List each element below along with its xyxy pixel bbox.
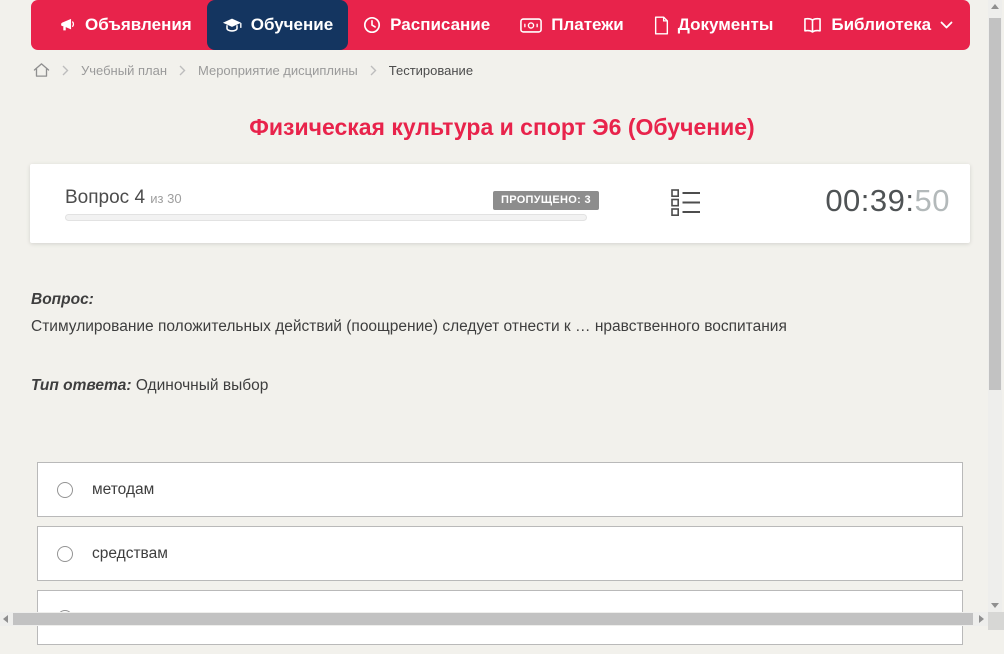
nav-item-label: Обучение bbox=[250, 15, 334, 34]
book-icon bbox=[803, 17, 822, 34]
horizontal-scrollbar[interactable] bbox=[0, 612, 988, 626]
nav-item-schedule[interactable]: Расписание bbox=[348, 0, 505, 50]
nav-item-label: Документы bbox=[677, 15, 774, 34]
vertical-scrollbar-thumb[interactable] bbox=[989, 18, 1001, 390]
chevron-right-icon bbox=[370, 65, 377, 76]
timer-seconds: 50 bbox=[914, 183, 950, 218]
banknote-icon bbox=[520, 17, 543, 33]
answer-option-label: методам bbox=[92, 480, 155, 498]
nav-item-label: Библиотека bbox=[831, 15, 932, 34]
timer-hours-minutes: 00:39: bbox=[825, 183, 915, 218]
main-navbar: Объявления Обучение Расписание Платежи Д… bbox=[31, 0, 970, 50]
answer-option-2[interactable]: средствам bbox=[37, 526, 963, 581]
nav-item-library[interactable]: Библиотека bbox=[788, 0, 968, 50]
timer: 00:39:50 bbox=[825, 183, 950, 219]
nav-item-announcements[interactable]: Объявления bbox=[43, 0, 207, 50]
radio-button[interactable] bbox=[57, 481, 73, 498]
question-list-icon bbox=[671, 189, 701, 221]
breadcrumb-item-testing: Тестирование bbox=[388, 62, 474, 78]
horizontal-scrollbar-thumb[interactable] bbox=[13, 613, 973, 625]
nav-item-label: Расписание bbox=[390, 15, 491, 34]
answer-option-1[interactable]: методам bbox=[37, 462, 963, 517]
nav-item-payments[interactable]: Платежи bbox=[505, 0, 639, 50]
graduation-cap-icon bbox=[222, 17, 242, 34]
breadcrumb-item-discipline-event[interactable]: Мероприятие дисциплины bbox=[198, 63, 358, 78]
breadcrumb-item-study-plan[interactable]: Учебный план bbox=[81, 63, 167, 78]
home-icon[interactable] bbox=[33, 62, 50, 78]
answer-option-label: средствам bbox=[92, 544, 168, 562]
vertical-scrollbar[interactable] bbox=[988, 0, 1002, 612]
scroll-left-arrow-icon[interactable] bbox=[3, 615, 8, 623]
scrollbar-corner bbox=[988, 612, 1004, 630]
chevron-right-icon bbox=[62, 65, 69, 76]
chevron-right-icon bbox=[179, 65, 186, 76]
answer-type: Тип ответа: Одиночный выбор bbox=[31, 377, 268, 395]
skipped-badge: ПРОПУЩЕНО: 3 bbox=[493, 191, 599, 210]
nav-item-education[interactable]: Обучение bbox=[206, 0, 349, 50]
question-total-label: из 30 bbox=[150, 191, 182, 206]
question-list-button[interactable] bbox=[671, 189, 701, 222]
page-title: Физическая культура и спорт Э6 (Обучение… bbox=[249, 114, 755, 140]
megaphone-icon bbox=[58, 16, 76, 34]
document-icon bbox=[654, 15, 669, 35]
scroll-right-arrow-icon[interactable] bbox=[979, 615, 984, 623]
scroll-up-arrow-icon[interactable] bbox=[991, 4, 999, 9]
scroll-down-arrow-icon[interactable] bbox=[991, 603, 999, 608]
answer-type-value: Одиночный выбор bbox=[135, 377, 269, 394]
answer-type-label: Тип ответа: bbox=[31, 377, 132, 394]
question-section: Вопрос: Стимулирование положительных дей… bbox=[31, 291, 931, 336]
question-text: Стимулирование положительных действий (п… bbox=[31, 318, 787, 335]
nav-item-documents[interactable]: Документы bbox=[639, 0, 789, 50]
nav-item-label: Платежи bbox=[551, 15, 624, 34]
nav-item-label: Объявления bbox=[85, 15, 192, 34]
clock-icon bbox=[363, 16, 381, 34]
question-number: Вопрос 4 из 30 bbox=[65, 187, 182, 209]
breadcrumb: Учебный план Мероприятие дисциплины Тест… bbox=[33, 62, 473, 78]
radio-button[interactable] bbox=[57, 545, 73, 562]
progress-bar bbox=[65, 214, 587, 221]
question-number-label: Вопрос 4 bbox=[65, 187, 146, 208]
question-header-card: Вопрос 4 из 30 ПРОПУЩЕНО: 3 00:39:50 bbox=[30, 164, 970, 243]
question-label: Вопрос: bbox=[31, 291, 94, 308]
chevron-down-icon bbox=[940, 21, 953, 30]
